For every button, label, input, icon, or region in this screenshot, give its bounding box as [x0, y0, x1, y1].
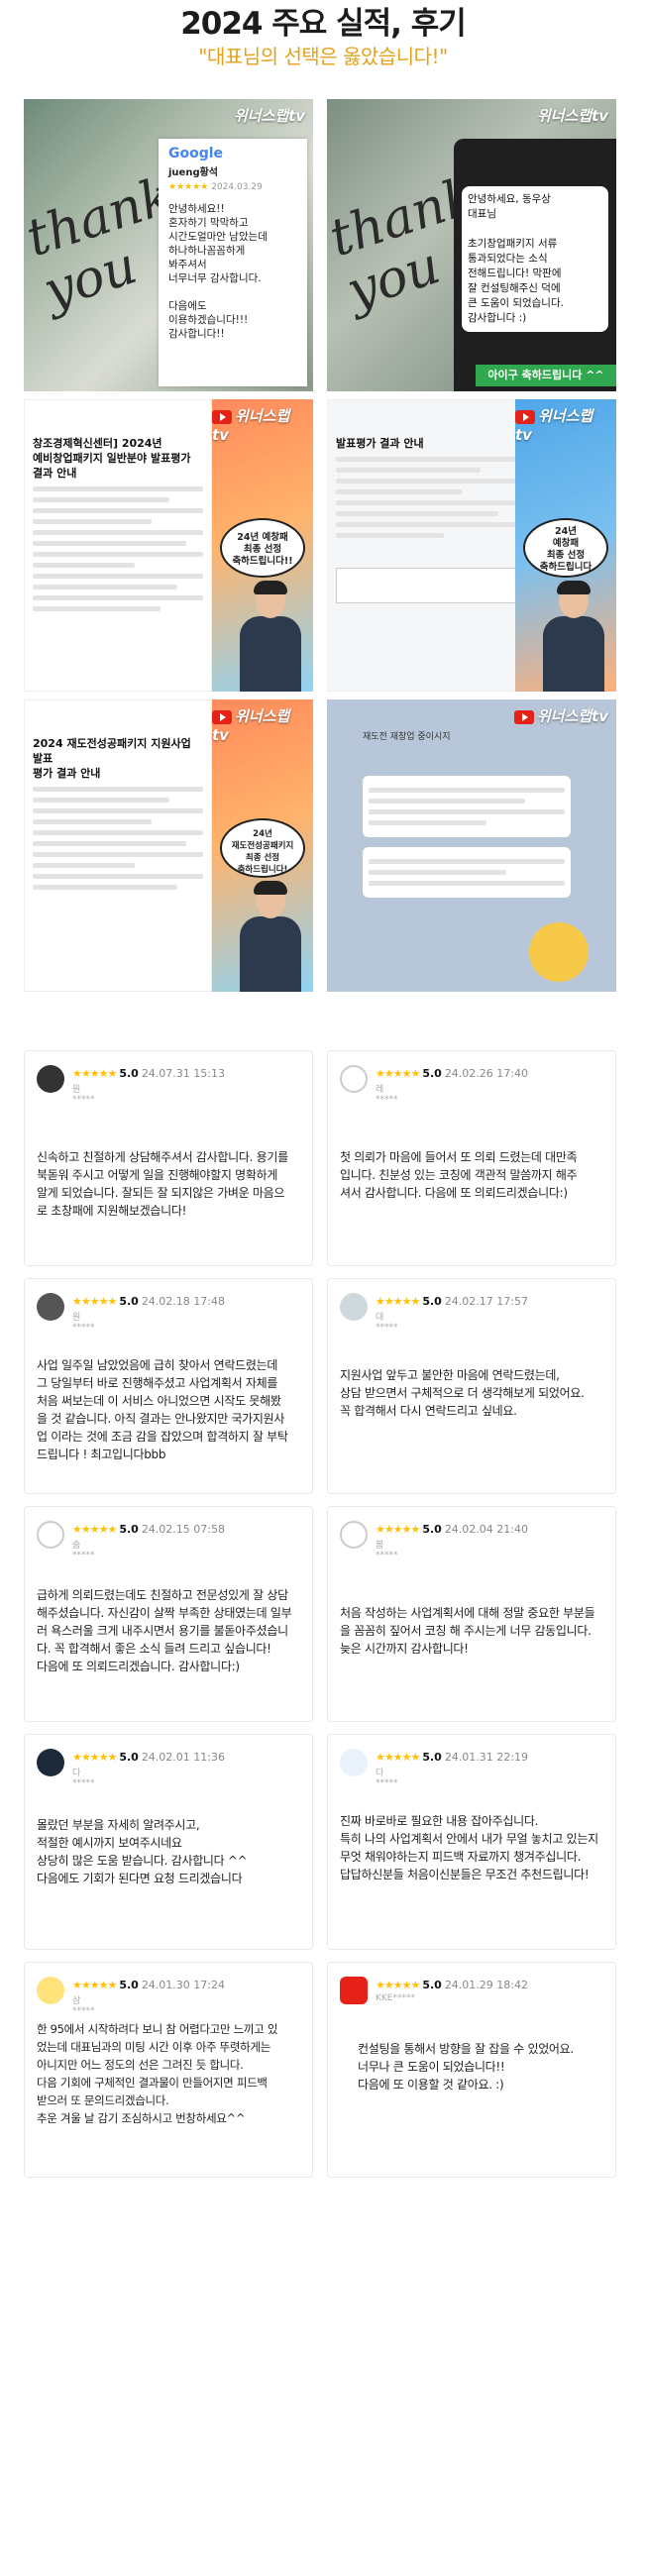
rating-stars-icon: ★★★★★ [376, 1523, 420, 1536]
reviewer-name: 대***** [376, 1313, 398, 1333]
avatar [37, 1521, 64, 1549]
doc-title: 창조경제혁신센터] 2024년 예비창업패키지 일반분야 발표평가 결과 안내 [33, 437, 191, 480]
chat-screenshot: 재도전 재창업 중이시지 [327, 699, 616, 992]
phone-message-screenshot: 안녕하세요, 동우상 대표님 초기창업패키지 서류 통과되었다는 소식 전해드립… [454, 139, 616, 391]
gallery-tile-retry-package: 2024 재도전성공패키지 지원사업 발표 평가 결과 안내 위너스랩tv 24… [24, 699, 313, 992]
youtube-icon [212, 709, 232, 724]
review-text: 지원사업 앞두고 불안한 마음에 연락드렸는데, 상담 받으면서 구체적으로 더… [340, 1368, 585, 1418]
presenter-figure [236, 581, 305, 692]
review-text: 사업 일주일 남았었음에 급히 찾아서 연락드렸는데 그 당일부터 바로 진행해… [37, 1358, 288, 1461]
presenter-panel: 위너스랩tv 24년 예창패 최종 선정 축하드립니다 [515, 399, 616, 692]
page-header: 2024 주요 실적, 후기 "대표님의 선택은 옳았습니다!" [0, 0, 646, 73]
gallery-tile-chat: 재도전 재창업 중이시지 위너스랩tv [327, 699, 616, 992]
rating-stars-icon: ★★★★★ [376, 1751, 420, 1764]
chat-message [363, 776, 571, 837]
reviewer-name: 삼***** [72, 1996, 95, 2016]
speech-bubble: 24년 예창패 최종 선정 축하드립니다 [523, 518, 608, 578]
reviewer-name: KKE***** [376, 1993, 415, 2003]
reviewer-name: 숨***** [72, 1541, 95, 1560]
rating-stars-icon: ★★★★★ [376, 1295, 420, 1308]
rating-stars-icon: ★★★★★ [72, 1067, 117, 1080]
brand-watermark: 위너스랩tv [233, 107, 305, 125]
chat-message [363, 847, 571, 898]
gallery-tile-evaluation-result: 발표평가 결과 안내 위너스랩tv 24년 예창패 최종 선정 축하드립니다 [327, 399, 616, 692]
review-card: ★★★★★ 5.0 24.01.29 18:42 KKE***** 컨설팅을 통해서… [327, 1962, 616, 2178]
avatar [37, 1065, 64, 1093]
avatar [340, 1293, 368, 1321]
result-email-screenshot: 2024 재도전성공패키지 지원사업 발표 평가 결과 안내 [24, 699, 212, 992]
speech-bubble: 24년 예창패 최종 선정 축하드립니다!! [220, 518, 305, 578]
reviewer-name: 원***** [72, 1313, 95, 1333]
brand-watermark: 위너스랩tv [212, 407, 290, 444]
review-card: ★★★★★ 5.0 24.02.01 11:36 다***** 몰랐던 부분을 자세… [24, 1734, 313, 1950]
avatar [340, 1065, 368, 1093]
rating-stars-icon: ★★★★★ [376, 1067, 420, 1080]
review-text: 첫 의뢰가 마음에 들어서 또 의뢰 드렸는데 대만족 입니다. 친분성 있는 … [340, 1150, 578, 1200]
presenter-figure [539, 581, 608, 692]
youtube-icon [212, 409, 232, 424]
reviewer-name: jueng황석 [168, 167, 219, 178]
doc-title: 2024 재도전성공패키지 지원사업 발표 평가 결과 안내 [33, 737, 191, 780]
reviewer-name: 레***** [376, 1085, 398, 1105]
rating-stars-icon: ★★★★★ [376, 1979, 420, 1991]
youtube-icon [515, 409, 535, 424]
presenter-figure [236, 881, 305, 992]
brand-watermark: 위너스랩tv [515, 407, 593, 444]
reviewer-name: 다***** [72, 1769, 95, 1788]
rating-stars-icon: ★★★★★ [72, 1295, 117, 1308]
avatar [37, 1749, 64, 1776]
speech-bubble: 24년 재도전성공패키지 최종 선정 축하드립니다! [220, 818, 305, 878]
avatar [340, 1749, 368, 1776]
result-email-screenshot: 창조경제혁신센터] 2024년 예비창업패키지 일반분야 발표평가 결과 안내 [24, 399, 212, 692]
review-card: ★★★★★ 5.0 24.02.17 17:57 대***** 지원사업 앞두고 불… [327, 1278, 616, 1494]
rating-stars-icon: ★★★★★ [72, 1523, 117, 1536]
message-bubble: 안녕하세요, 동우상 대표님 초기창업패키지 서류 통과되었다는 소식 전해드립… [462, 186, 608, 332]
evaluation-document: 발표평가 결과 안내 [327, 399, 525, 692]
reviewer-name: 다***** [376, 1769, 398, 1788]
review-card: ★★★★★ 5.0 24.02.04 21:40 봄***** 처음 작성하는 사업… [327, 1506, 616, 1722]
avatar [37, 1293, 64, 1321]
google-review-card: Google jueng황석 ★★★★★ 2024.03.29 안녕하세요!! … [159, 139, 307, 386]
brand-watermark: 위너스랩tv [513, 705, 608, 726]
gallery-tile-result-notice: 창조경제혁신센터] 2024년 예비창업패키지 일반분야 발표평가 결과 안내 … [24, 399, 313, 692]
rating-stars-icon: ★★★★★ 2024.03.29 [168, 182, 263, 192]
brand-watermark: 위너스랩tv [212, 707, 290, 744]
google-logo: Google [168, 146, 224, 161]
presenter-panel: 위너스랩tv 24년 재도전성공패키지 최종 선정 축하드립니다! [212, 699, 313, 992]
review-text: 신속하고 친절하게 상담해주셔서 감사합니다. 용기를 북돋워 주시고 어떻게 … [37, 1150, 288, 1218]
chat-title: 재도전 재창업 중이시지 [363, 732, 451, 742]
review-card: ★★★★★ 5.0 24.02.15 07:58 숨***** 급하게 의뢰드렸는데… [24, 1506, 313, 1722]
review-card: ★★★★★ 5.0 24.02.26 17:40 레***** 첫 의뢰가 마음에 … [327, 1050, 616, 1266]
review-text: 한 95에서 시작하려다 보니 참 어렵다고만 느끼고 있 었는데 대표님과의 … [37, 2022, 278, 2125]
review-card: ★★★★★ 5.0 24.02.18 17:48 원***** 사업 일주일 남았었… [24, 1278, 313, 1494]
review-text: 진짜 바로바로 필요한 내용 잡아주십니다. 특히 나의 사업계획서 안에서 내… [340, 1814, 598, 1881]
review-card: ★★★★★ 5.0 24.01.31 22:19 다***** 진짜 바로바로 필요… [327, 1734, 616, 1950]
gallery-tile-message: thank you 위너스랩tv 안녕하세요, 동우상 대표님 초기창업패키지 서… [327, 99, 616, 391]
page-title: 2024 주요 실적, 후기 [180, 6, 467, 42]
review-card: ★★★★★ 5.0 24.01.30 17:24 삼***** 한 95에서 시작하… [24, 1962, 313, 2178]
presenter-panel: 위너스랩tv 24년 예창패 최종 선정 축하드립니다!! [212, 399, 313, 692]
rating-stars-icon: ★★★★★ [72, 1751, 117, 1764]
rating-stars-icon: ★★★★★ [72, 1979, 117, 1991]
reviewer-name: 원***** [72, 1085, 95, 1105]
review-card: ★★★★★ 5.0 24.07.31 15:13 원***** 신속하고 친절하게 … [24, 1050, 313, 1266]
doc-title: 발표평가 결과 안내 [336, 437, 424, 450]
avatar [340, 1521, 368, 1549]
dog-sticker [529, 922, 589, 982]
reviewer-name: 봄***** [376, 1541, 398, 1560]
page-subtitle: "대표님의 선택은 옳았습니다!" [198, 45, 448, 68]
result-table [336, 568, 516, 603]
avatar [37, 1977, 64, 2004]
youtube-icon [340, 1977, 368, 2004]
congrats-banner: 아이구 축하드립니다 ^^ [476, 365, 616, 386]
review-text: 급하게 의뢰드렸는데도 친절하고 전문성있게 잘 상담 해주셨습니다. 자신감이… [37, 1588, 292, 1673]
youtube-icon [513, 709, 534, 724]
review-text: 컨설팅을 통해서 방향을 잘 잡을 수 있었어요. 너무나 큰 도움이 되었습니… [358, 2042, 574, 2092]
review-text: 처음 작성하는 사업계획서에 대해 정말 중요한 부분들 을 꼼꼼히 짚어서 코… [340, 1606, 595, 1656]
gallery-tile-google-review: thank you 위너스랩tv Google jueng황석 ★★★★★ 202… [24, 99, 313, 391]
brand-watermark: 위너스랩tv [536, 107, 608, 125]
review-text: 몰랐던 부분을 자세히 알려주시고, 적절한 예시까지 보여주시네요 상당히 많… [37, 1818, 248, 1885]
google-review-text: 안녕하세요!! 혼자하기 막막하고 시간도얼마안 남았는데 하나하나꼼꼼하게 봐… [168, 203, 268, 340]
